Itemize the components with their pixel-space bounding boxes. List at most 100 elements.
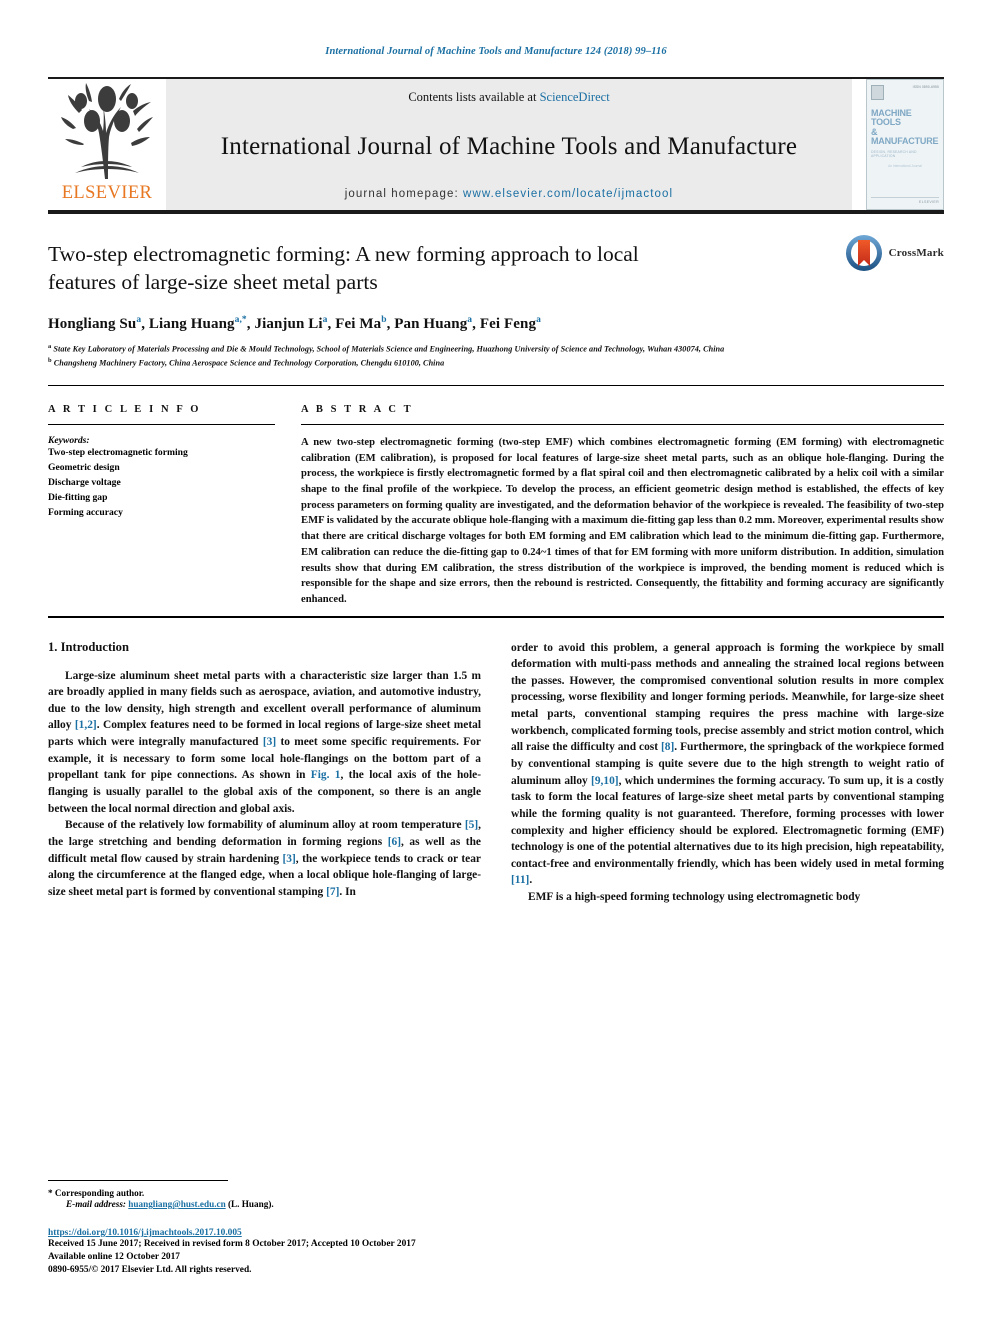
abstract-column: A B S T R A C T A new two-step electroma… bbox=[301, 404, 944, 607]
author-sup: a bbox=[536, 314, 541, 325]
citation-ref[interactable]: [8] bbox=[661, 741, 674, 753]
cover-footer-text: ELSEVIER bbox=[919, 200, 939, 204]
author-item[interactable]: Fei Mab bbox=[335, 314, 387, 332]
page-footer: * Corresponding author. E-mail address: … bbox=[48, 1180, 478, 1277]
email-note: E-mail address: huangliang@hust.edu.cn (… bbox=[48, 1199, 478, 1209]
body-column-left: 1. Introduction Large-size aluminum shee… bbox=[48, 640, 481, 906]
available-online: Available online 12 October 2017 bbox=[48, 1252, 180, 1263]
contents-prefix: Contents lists available at bbox=[408, 90, 540, 104]
citation-ref[interactable]: [6] bbox=[388, 836, 401, 848]
crossmark-label: CrossMark bbox=[888, 247, 944, 259]
affiliation-list: a State Key Laboratory of Materials Proc… bbox=[48, 342, 944, 369]
abstract-rule bbox=[301, 424, 944, 426]
author-name: Fei Ma bbox=[335, 315, 382, 332]
footer-rule bbox=[48, 1180, 228, 1182]
article-info-column: A R T I C L E I N F O Keywords: Two-step… bbox=[48, 404, 301, 607]
info-abstract-section: A R T I C L E I N F O Keywords: Two-step… bbox=[48, 386, 944, 615]
author-name: Liang Huang bbox=[148, 315, 235, 332]
keywords-list: Two-step electromagnetic forming Geometr… bbox=[48, 446, 275, 520]
paragraph: Because of the relatively low formabilit… bbox=[48, 819, 481, 898]
journal-homepage-link[interactable]: www.elsevier.com/locate/ijmactool bbox=[463, 188, 673, 200]
elsevier-logo: ELSEVIER bbox=[48, 79, 166, 210]
body-columns: 1. Introduction Large-size aluminum shee… bbox=[48, 618, 944, 906]
cover-title-line1: MACHINE TOOLS bbox=[871, 108, 912, 128]
corresponding-author-note: * Corresponding author. bbox=[48, 1188, 145, 1199]
author-item[interactable]: Hongliang Sua bbox=[48, 314, 142, 332]
elsevier-wordmark: ELSEVIER bbox=[61, 183, 153, 203]
author-name: Fei Feng bbox=[479, 315, 537, 332]
abstract-heading: A B S T R A C T bbox=[301, 404, 414, 416]
author-sup: b bbox=[381, 314, 387, 325]
author-item[interactable]: Jianjun Lia bbox=[254, 314, 328, 332]
abstract-text: A new two-step electromagnetic forming (… bbox=[301, 437, 944, 605]
citation-ref[interactable]: [11] bbox=[511, 874, 529, 886]
keyword-item: Two-step electromagnetic forming bbox=[48, 447, 188, 459]
crossmark-badge[interactable]: CrossMark bbox=[845, 234, 944, 272]
author-sup: a bbox=[467, 314, 473, 325]
crossmark-icon bbox=[845, 235, 882, 271]
keyword-item: Die-fitting gap bbox=[48, 491, 108, 503]
paragraph: EMF is a high-speed forming technology u… bbox=[528, 891, 861, 904]
sciencedirect-link[interactable]: ScienceDirect bbox=[540, 90, 610, 104]
cover-issn: ISSN 0890-6955 bbox=[912, 85, 939, 89]
author-item[interactable]: Liang Huanga,* bbox=[148, 314, 247, 332]
running-head: International Journal of Machine Tools a… bbox=[325, 46, 667, 57]
citation-ref[interactable]: [3] bbox=[283, 853, 296, 865]
email-suffix: (L. Huang). bbox=[227, 1199, 274, 1210]
citation-ref[interactable]: [1,2] bbox=[75, 719, 97, 731]
affiliation-item: b Changsheng Machinery Factory, China Ae… bbox=[48, 356, 944, 370]
copyright-line: 0890-6955/© 2017 Elsevier Ltd. All right… bbox=[48, 1265, 252, 1276]
email-link[interactable]: huangliang@hust.edu.cn bbox=[128, 1199, 225, 1209]
paragraph: order to avoid this problem, a general a… bbox=[511, 641, 944, 887]
cover-top-row: ISSN 0890-6955 bbox=[871, 85, 939, 100]
contents-available-line: Contents lists available at ScienceDirec… bbox=[408, 90, 609, 105]
cover-badge-icon bbox=[871, 85, 884, 100]
author-list: Hongliang Sua, Liang Huanga,*, Jianjun L… bbox=[48, 314, 541, 332]
received-dates: Received 15 June 2017; Received in revis… bbox=[48, 1239, 416, 1250]
keyword-item: Forming accuracy bbox=[48, 506, 123, 518]
author-name: Hongliang Su bbox=[48, 315, 137, 332]
journal-title: International Journal of Machine Tools a… bbox=[220, 132, 798, 160]
title-block: CrossMark Two-step electromagnetic formi… bbox=[48, 214, 944, 369]
homepage-prefix: journal homepage: bbox=[344, 188, 464, 200]
citation-ref[interactable]: [5] bbox=[465, 819, 478, 831]
journal-masthead: ELSEVIER Contents lists available at Sci… bbox=[48, 79, 944, 210]
author-sup: a,* bbox=[234, 314, 247, 325]
figure-ref[interactable]: Fig. 1 bbox=[311, 769, 341, 781]
cover-title: MACHINE TOOLS & MANUFACTURE bbox=[871, 108, 939, 147]
author-sup: a bbox=[136, 314, 142, 325]
journal-homepage-line: journal homepage: www.elsevier.com/locat… bbox=[345, 188, 673, 200]
cover-subtitle: DESIGN, RESEARCH AND APPLICATION bbox=[871, 150, 917, 159]
affiliation-sup: a bbox=[48, 342, 52, 350]
author-name: Pan Huang bbox=[394, 315, 468, 332]
paper-page: International Journal of Machine Tools a… bbox=[0, 0, 992, 1323]
author-sup: a bbox=[322, 314, 328, 325]
cover-spacer bbox=[871, 168, 939, 197]
author-name: Jianjun Li bbox=[254, 315, 323, 332]
paragraph: Large-size aluminum sheet metal parts wi… bbox=[48, 669, 482, 815]
citation-ref[interactable]: [9,10] bbox=[591, 775, 619, 787]
cover-title-line2: & MANUFACTURE bbox=[871, 126, 939, 147]
author-item[interactable]: Fei Fenga bbox=[479, 314, 541, 332]
cover-footer-rule bbox=[871, 197, 939, 198]
body-column-right: order to avoid this problem, a general a… bbox=[511, 640, 944, 906]
keyword-item: Geometric design bbox=[48, 461, 120, 473]
author-item[interactable]: Pan Huanga bbox=[394, 314, 473, 332]
journal-cover-thumbnail: ISSN 0890-6955 MACHINE TOOLS & MANUFACTU… bbox=[866, 79, 944, 210]
elsevier-tree-icon bbox=[61, 83, 153, 179]
affiliation-item: a State Key Laboratory of Materials Proc… bbox=[48, 342, 944, 356]
citation-ref[interactable]: [3] bbox=[263, 736, 276, 748]
keywords-label: Keywords: bbox=[48, 435, 90, 447]
citation-ref[interactable]: [7] bbox=[326, 886, 339, 898]
affiliation-sup: b bbox=[48, 356, 52, 364]
affiliation-text: Changsheng Machinery Factory, China Aero… bbox=[53, 358, 445, 368]
section-title-introduction: 1. Introduction bbox=[48, 639, 129, 654]
article-info-rule bbox=[48, 424, 275, 426]
doi-link[interactable]: https://doi.org/10.1016/j.ijmachtools.20… bbox=[48, 1228, 478, 1238]
masthead-center: Contents lists available at ScienceDirec… bbox=[166, 79, 852, 210]
email-label: E-mail address: bbox=[66, 1199, 126, 1210]
affiliation-text: State Key Laboratory of Materials Proces… bbox=[53, 344, 725, 354]
page-title: Two-step electromagnetic forming: A new … bbox=[48, 242, 639, 294]
article-info-heading: A R T I C L E I N F O bbox=[48, 404, 202, 416]
keyword-item: Discharge voltage bbox=[48, 476, 121, 488]
